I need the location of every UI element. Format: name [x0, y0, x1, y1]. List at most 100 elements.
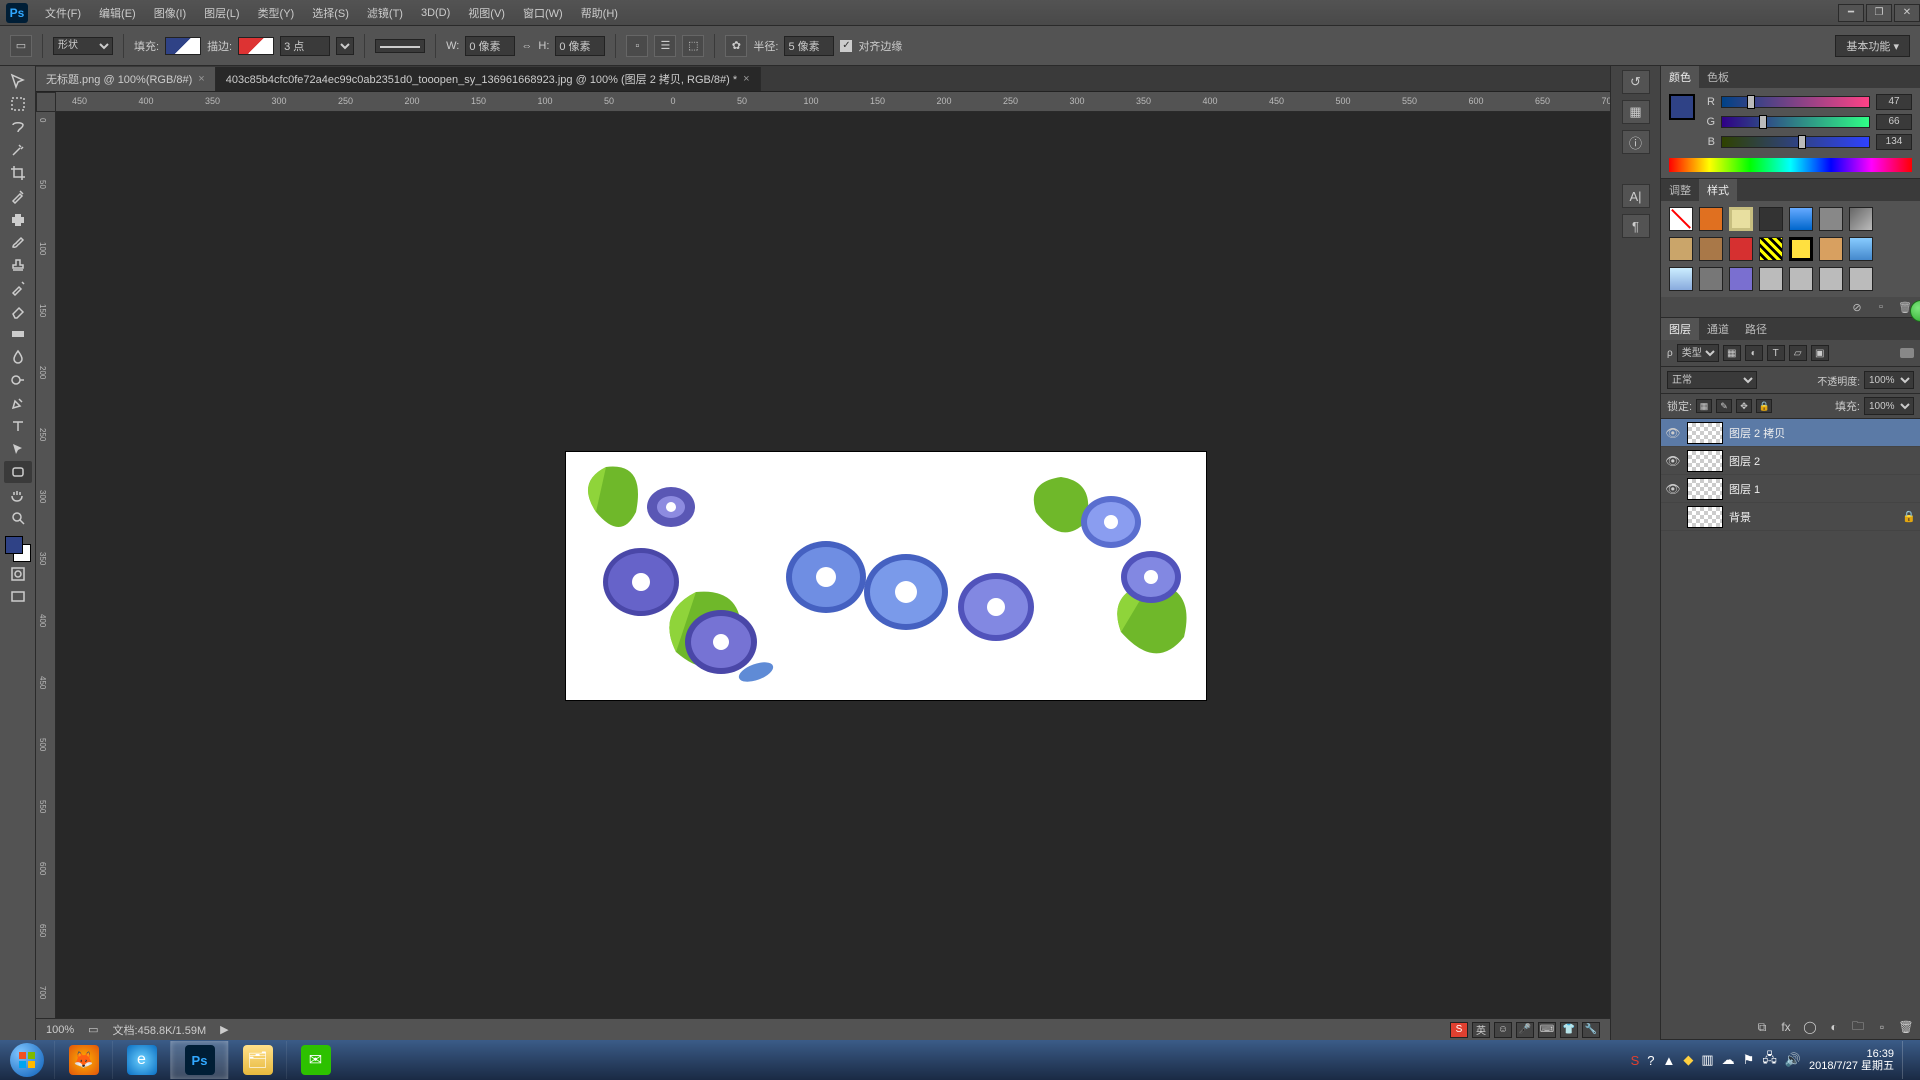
g-value[interactable]: 66 — [1876, 114, 1912, 130]
type-tool[interactable] — [4, 415, 32, 437]
start-button[interactable] — [0, 1040, 54, 1080]
eraser-tool[interactable] — [4, 300, 32, 322]
ruler-horizontal[interactable]: 4504003503002502001501005005010015020025… — [56, 92, 1610, 112]
status-arrow-icon[interactable]: ▶ — [220, 1023, 228, 1036]
path-select-tool[interactable] — [4, 438, 32, 460]
style-preset[interactable] — [1759, 207, 1783, 231]
close-button[interactable]: ✕ — [1894, 4, 1920, 22]
tray-shield-icon[interactable]: ◆ — [1683, 1052, 1693, 1068]
task-firefox[interactable]: 🦊 — [54, 1041, 112, 1079]
ime-skin-icon[interactable]: 👕 — [1560, 1022, 1578, 1038]
filter-type-icon[interactable]: T — [1767, 345, 1785, 361]
paragraph-panel-icon[interactable]: ¶ — [1622, 214, 1650, 238]
tray-flag-icon[interactable]: ⚑ — [1743, 1052, 1755, 1068]
style-preset[interactable] — [1819, 267, 1843, 291]
layer-thumbnail[interactable] — [1687, 422, 1723, 444]
tool-mode-select[interactable]: 形状 — [53, 37, 113, 55]
show-desktop-button[interactable] — [1902, 1041, 1912, 1079]
adjustment-layer-icon[interactable]: ◐ — [1826, 1019, 1842, 1035]
radius-input[interactable] — [784, 36, 834, 56]
style-preset[interactable] — [1789, 207, 1813, 231]
b-slider[interactable] — [1721, 136, 1870, 148]
quickmask-icon[interactable] — [4, 563, 32, 585]
style-preset[interactable] — [1699, 267, 1723, 291]
task-wechat[interactable]: ✉ — [286, 1041, 344, 1079]
gradient-tool[interactable] — [4, 323, 32, 345]
move-tool[interactable] — [4, 70, 32, 92]
color-spectrum[interactable] — [1669, 158, 1912, 172]
path-ops-icon[interactable]: ▫ — [626, 35, 648, 57]
style-preset[interactable] — [1789, 237, 1813, 261]
layer-thumbnail[interactable] — [1687, 450, 1723, 472]
new-layer-icon[interactable]: ▫ — [1874, 1019, 1890, 1035]
delete-layer-icon[interactable]: 🗑 — [1898, 1019, 1914, 1035]
lock-all-icon[interactable]: 🔒 — [1756, 399, 1772, 413]
style-preset[interactable] — [1849, 207, 1873, 231]
tool-preset-icon[interactable]: ▭ — [10, 35, 32, 57]
menu-item[interactable]: 文件(F) — [36, 0, 90, 26]
stroke-style-picker[interactable] — [375, 39, 425, 53]
pen-tool[interactable] — [4, 392, 32, 414]
layer-filter-select[interactable]: 类型 — [1677, 344, 1719, 362]
style-preset[interactable] — [1759, 267, 1783, 291]
path-arrange-icon[interactable]: ⬚ — [682, 35, 704, 57]
tray-help-icon[interactable]: ? — [1647, 1053, 1654, 1068]
layer-mask-icon[interactable]: ◯ — [1802, 1019, 1818, 1035]
maximize-button[interactable]: ❐ — [1866, 4, 1892, 22]
styles-new-icon[interactable]: ▫ — [1874, 300, 1888, 314]
healing-tool[interactable] — [4, 208, 32, 230]
styles-tab[interactable]: 样式 — [1699, 179, 1737, 201]
zoom-tool[interactable] — [4, 507, 32, 529]
document-tab[interactable]: 无标题.png @ 100%(RGB/8#)× — [36, 67, 216, 91]
wand-tool[interactable] — [4, 139, 32, 161]
filter-smart-icon[interactable]: ▣ — [1811, 345, 1829, 361]
menu-item[interactable]: 图像(I) — [145, 0, 195, 26]
history-brush-tool[interactable] — [4, 277, 32, 299]
eyedropper-tool[interactable] — [4, 185, 32, 207]
style-preset[interactable] — [1819, 207, 1843, 231]
tray-network-icon[interactable]: 🖧 — [1762, 1049, 1777, 1071]
menu-item[interactable]: 帮助(H) — [572, 0, 627, 26]
layers-tab[interactable]: 图层 — [1661, 318, 1699, 340]
character-panel-icon[interactable]: A| — [1622, 184, 1650, 208]
brush-tool[interactable] — [4, 231, 32, 253]
adjustments-tab[interactable]: 调整 — [1661, 179, 1699, 201]
width-input[interactable] — [465, 36, 515, 56]
screenmode-icon[interactable] — [4, 586, 32, 608]
close-tab-icon[interactable]: × — [743, 73, 749, 85]
g-slider[interactable] — [1721, 116, 1870, 128]
layer-group-icon[interactable]: 🗀 — [1850, 1019, 1866, 1035]
menu-item[interactable]: 视图(V) — [459, 0, 514, 26]
tray-clock[interactable]: 16:39 2018/7/27 星期五 — [1809, 1048, 1894, 1072]
marquee-tool[interactable] — [4, 93, 32, 115]
close-tab-icon[interactable]: × — [198, 73, 204, 85]
ime-sogou-icon[interactable]: S — [1450, 1022, 1468, 1038]
color-swatches[interactable] — [5, 536, 31, 562]
style-preset[interactable] — [1729, 237, 1753, 261]
b-value[interactable]: 134 — [1876, 134, 1912, 150]
style-preset[interactable] — [1849, 237, 1873, 261]
menu-item[interactable]: 窗口(W) — [514, 0, 572, 26]
properties-panel-icon[interactable]: ▦ — [1622, 100, 1650, 124]
height-input[interactable] — [555, 36, 605, 56]
task-ie[interactable]: e — [112, 1041, 170, 1079]
style-preset[interactable] — [1669, 207, 1693, 231]
swatches-tab[interactable]: 色板 — [1699, 66, 1737, 88]
filter-shape-icon[interactable]: ▱ — [1789, 345, 1807, 361]
lock-paint-icon[interactable]: ✎ — [1716, 399, 1732, 413]
document-tab[interactable]: 403c85b4cfc0fe72a4ec99c0ab2351d0_tooopen… — [216, 67, 761, 91]
tray-volume-icon[interactable]: 🔊 — [1785, 1052, 1801, 1068]
style-preset[interactable] — [1819, 237, 1843, 261]
gear-icon[interactable]: ✿ — [725, 35, 747, 57]
lasso-tool[interactable] — [4, 116, 32, 138]
task-explorer[interactable]: 🗂 — [228, 1041, 286, 1079]
filter-pixel-icon[interactable]: ▦ — [1723, 345, 1741, 361]
layer-thumbnail[interactable] — [1687, 506, 1723, 528]
fill-swatch[interactable] — [165, 37, 201, 55]
lock-pixels-icon[interactable]: ▦ — [1696, 399, 1712, 413]
path-align-icon[interactable]: ☰ — [654, 35, 676, 57]
stroke-width-menu[interactable] — [336, 37, 354, 55]
minimize-button[interactable]: ━ — [1838, 4, 1864, 22]
layer-row[interactable]: 👁图层 1 — [1661, 475, 1920, 503]
channels-tab[interactable]: 通道 — [1699, 318, 1737, 340]
